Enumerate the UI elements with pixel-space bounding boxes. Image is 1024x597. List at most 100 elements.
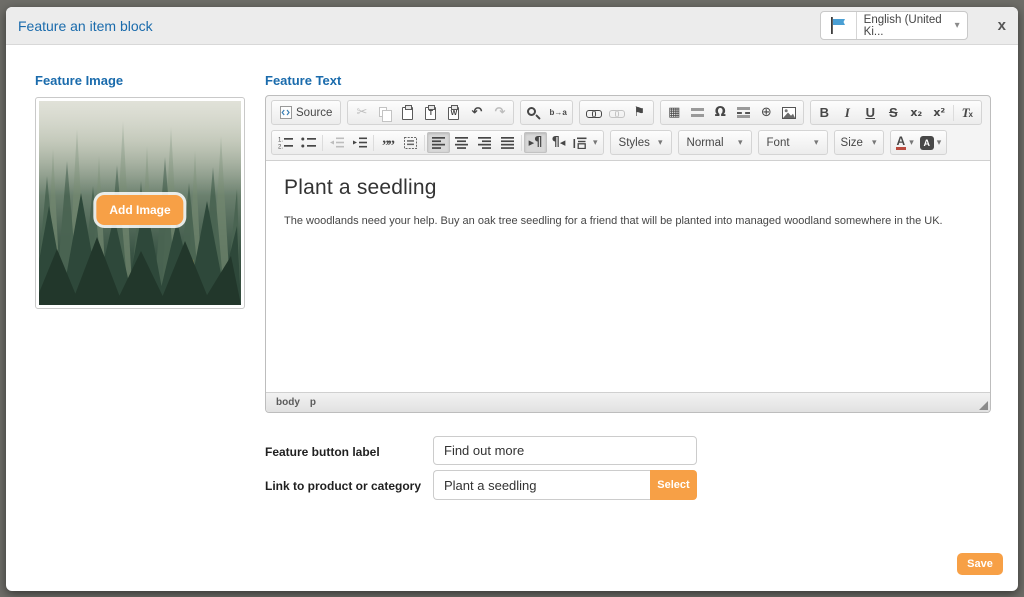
paragraph-group: 1. 2. ”” ▸ ¶ ¶ ◂ ▾	[271, 130, 604, 155]
paragraph-format-dropdown[interactable]: Normal ▾	[681, 132, 749, 153]
svg-text:1.: 1.	[278, 138, 283, 144]
ltr-pilcrow-icon: ¶	[534, 135, 543, 150]
undo-button[interactable]: ↶	[465, 102, 488, 123]
remove-format-icon-x: x	[968, 110, 973, 119]
underline-button[interactable]: U	[859, 102, 882, 123]
source-icon	[280, 106, 292, 119]
colors-group: A ▾ A ▾	[889, 130, 948, 155]
remove-format-button[interactable]: Tx	[956, 102, 979, 123]
size-dropdown[interactable]: Size ▾	[837, 132, 881, 153]
element-path-p[interactable]: p	[310, 397, 316, 408]
background-color-button[interactable]: A ▾	[917, 132, 945, 153]
anchor-button[interactable]: ⚑	[628, 102, 651, 123]
horizontal-rule-button[interactable]	[686, 102, 709, 123]
align-right-button[interactable]	[473, 132, 496, 153]
font-dropdown[interactable]: Font ▾	[761, 132, 825, 153]
find-button[interactable]	[523, 102, 546, 123]
bulleted-list-icon	[301, 137, 316, 148]
strikethrough-button[interactable]: S	[882, 102, 905, 123]
italic-button[interactable]: I	[836, 102, 859, 123]
copy-button[interactable]	[373, 102, 396, 123]
feature-item-block-modal: Feature an item block English (United Ki…	[6, 7, 1018, 591]
feature-button-label-input[interactable]	[433, 436, 697, 465]
source-button-label: Source	[296, 106, 333, 119]
omega-icon: Ω	[714, 105, 726, 120]
paste-from-word-icon: W	[448, 105, 460, 120]
paste-plain-text-button[interactable]: T	[419, 102, 442, 123]
link-to-product-input[interactable]	[433, 470, 650, 500]
subscript-icon: x₂	[910, 106, 923, 119]
feature-text-label: Feature Text	[265, 73, 342, 88]
div-container-button[interactable]	[399, 132, 422, 153]
editor-status-bar: body p	[266, 393, 990, 412]
format-dropdown-group: Normal ▾	[677, 130, 752, 155]
element-path-body[interactable]: body	[276, 397, 300, 408]
rich-text-editor: Source ✂ T W ↶ ↷ b→a ⚑ ▦ Ω ⊕ B I U S x₂ …	[265, 95, 991, 413]
modal-header: Feature an item block English (United Ki…	[6, 7, 1018, 45]
text-direction-ltr-button[interactable]: ▸ ¶	[524, 132, 547, 153]
table-button[interactable]: ▦	[663, 102, 686, 123]
special-character-button[interactable]: Ω	[709, 102, 732, 123]
source-button[interactable]: Source	[274, 102, 338, 123]
add-image-button[interactable]: Add Image	[96, 195, 184, 225]
align-center-button[interactable]	[450, 132, 473, 153]
text-direction-rtl-button[interactable]: ¶ ◂	[547, 132, 570, 153]
numbered-list-button[interactable]: 1. 2.	[274, 132, 297, 153]
feature-image-preview[interactable]: Add Image	[35, 97, 245, 309]
increase-indent-button[interactable]	[348, 132, 371, 153]
paste-button[interactable]	[396, 102, 419, 123]
align-center-icon	[455, 137, 468, 149]
editor-content-area[interactable]: Plant a seedling The woodlands need your…	[266, 160, 990, 393]
align-left-icon	[432, 137, 445, 149]
feature-button-label-label: Feature button label	[265, 445, 380, 459]
replace-button[interactable]: b→a	[546, 102, 569, 123]
bold-button[interactable]: B	[813, 102, 836, 123]
resize-handle[interactable]	[979, 401, 988, 410]
decrease-indent-icon	[329, 137, 344, 148]
language-dropdown[interactable]: English (United Ki... ▾	[857, 12, 967, 39]
language-selector[interactable]: English (United Ki... ▾	[819, 11, 968, 40]
page-break-button[interactable]	[732, 102, 755, 123]
redo-button[interactable]: ↷	[488, 102, 511, 123]
blockquote-button[interactable]: ””	[376, 132, 399, 153]
align-left-button[interactable]	[427, 132, 450, 153]
decrease-indent-button[interactable]	[325, 132, 348, 153]
clipboard-group: ✂ T W ↶ ↷	[347, 100, 515, 125]
styles-dropdown[interactable]: Styles ▾	[613, 132, 669, 153]
paste-from-word-button[interactable]: W	[442, 102, 465, 123]
toolbar-separator	[322, 134, 323, 151]
language-icon	[573, 137, 587, 149]
text-color-button[interactable]: A ▾	[893, 132, 917, 153]
cut-button[interactable]: ✂	[350, 102, 373, 123]
link-button[interactable]	[582, 102, 605, 123]
unlink-icon	[608, 109, 625, 118]
save-button[interactable]: Save	[957, 553, 1003, 575]
superscript-button[interactable]: x²	[928, 102, 951, 123]
editor-toolbar: Source ✂ T W ↶ ↷ b→a ⚑ ▦ Ω ⊕ B I U S x₂ …	[266, 96, 990, 160]
bulleted-list-button[interactable]	[297, 132, 320, 153]
unlink-button[interactable]	[605, 102, 628, 123]
chevron-down-icon: ▾	[814, 137, 819, 148]
background-color-icon: A	[919, 135, 934, 150]
replace-icon: b→a	[549, 108, 567, 117]
globe-icon: ⊕	[760, 105, 772, 120]
close-icon[interactable]: x	[998, 18, 1006, 33]
iframe-button[interactable]: ⊕	[755, 102, 778, 123]
font-dropdown-label: Font	[766, 136, 790, 149]
image-button[interactable]	[778, 102, 801, 123]
format-dropdown-label: Normal	[686, 136, 724, 149]
modal-title: Feature an item block	[18, 17, 153, 34]
justify-button[interactable]	[496, 132, 519, 153]
size-dropdown-group: Size ▾	[833, 130, 884, 155]
blockquote-icon: ””	[382, 137, 395, 154]
strikethrough-icon: S	[888, 105, 898, 120]
select-button[interactable]: Select	[650, 470, 697, 500]
paste-icon	[402, 105, 414, 120]
subscript-button[interactable]: x₂	[905, 102, 928, 123]
copy-icon	[379, 106, 393, 122]
anchor-flag-icon: ⚑	[633, 105, 646, 120]
toolbar-row-2: 1. 2. ”” ▸ ¶ ¶ ◂ ▾ Styles ▾ Normal ▾ Fon…	[271, 130, 986, 160]
image-icon	[782, 106, 797, 119]
undo-icon: ↶	[471, 105, 483, 120]
language-button[interactable]: ▾	[570, 132, 601, 153]
